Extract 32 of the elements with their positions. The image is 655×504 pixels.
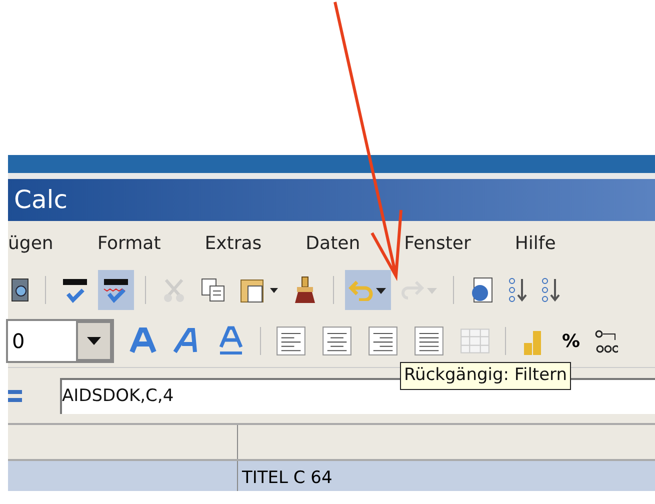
tooltip: Rückgängig: Filtern (400, 362, 572, 390)
page-preview-icon (11, 277, 31, 303)
spellcheck-icon (60, 276, 90, 304)
menu-item[interactable]: Fenster (404, 230, 471, 256)
font-size-combobox[interactable]: 0 (6, 319, 114, 363)
percent-button[interactable]: % (562, 328, 580, 354)
align-icon[interactable] (413, 326, 445, 356)
table-cell-text: TITEL C 64 (241, 467, 334, 490)
menu-item[interactable]: Extras (204, 230, 262, 256)
equals-icon[interactable] (8, 388, 24, 402)
menu-item[interactable]: Hilfe (514, 230, 556, 256)
window-title: Calc (14, 184, 68, 216)
align-icon[interactable] (321, 326, 353, 356)
spellcheck-icon (101, 276, 131, 304)
undo-icon (348, 279, 374, 301)
font-size-value: 0 (11, 328, 26, 355)
menu-item[interactable]: ügen (8, 230, 54, 256)
merge-cells-icon[interactable] (459, 326, 491, 356)
align-icon[interactable] (275, 326, 307, 356)
align-icon[interactable] (367, 326, 399, 356)
caret-icon (86, 336, 102, 346)
sort-icon (507, 276, 529, 304)
redo-icon (399, 279, 425, 301)
sort-icon (540, 276, 562, 304)
bold-icon[interactable] (128, 326, 158, 356)
toolbar-button[interactable] (98, 270, 134, 310)
menu-item[interactable]: Daten (306, 230, 360, 256)
dropdown-button[interactable] (76, 321, 112, 361)
caret-icon (374, 285, 388, 295)
caret-icon (425, 285, 439, 295)
menu-item[interactable]: Format (97, 230, 161, 256)
copy-icon (199, 276, 227, 304)
